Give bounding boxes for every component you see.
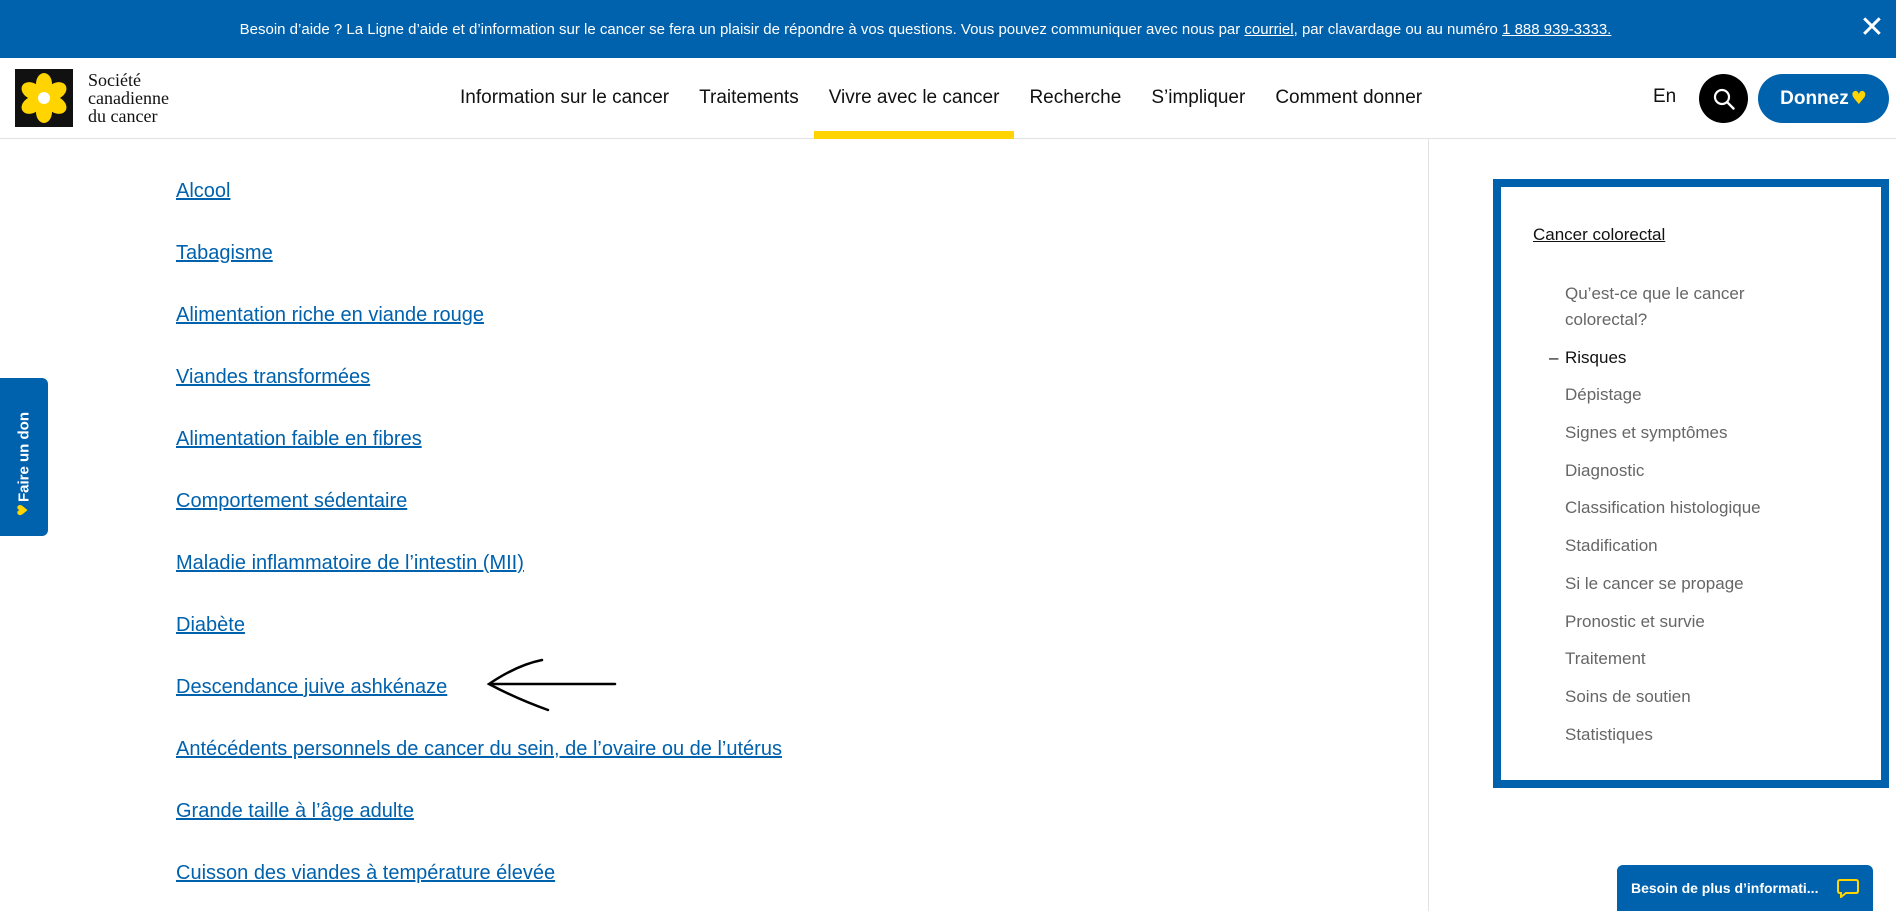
risk-link-high-temp-cooking[interactable]: Cuisson des viandes à température élevée	[176, 860, 782, 922]
risk-link-red-meat[interactable]: Alimentation riche en viande rouge	[176, 302, 782, 364]
section-nav-item[interactable]: Qu’est-ce que le cancer colorectal?	[1565, 281, 1815, 333]
site-header: Société canadienne du cancer Information…	[0, 58, 1896, 139]
risk-link-smoking[interactable]: Tabagisme	[176, 240, 782, 302]
donate-button-label: Donnez	[1780, 87, 1849, 109]
nav-item-research[interactable]: Recherche	[1014, 58, 1136, 138]
heart-icon: ♥	[1850, 88, 1867, 109]
donate-button[interactable]: Donnez ♥	[1758, 74, 1889, 123]
risk-link-processed-meat[interactable]: Viandes transformées	[176, 364, 782, 426]
organization-name-line: du cancer	[88, 106, 158, 126]
heart-icon: ♥	[15, 503, 32, 517]
search-icon	[1713, 88, 1735, 110]
risk-link-ashkenazi[interactable]: Descendance juive ashkénaze	[176, 674, 782, 736]
email-link[interactable]: courriel	[1244, 21, 1293, 38]
chat-widget[interactable]: Besoin de plus d’informati...	[1617, 865, 1873, 911]
nav-item-treatments[interactable]: Traitements	[684, 58, 814, 138]
main-nav: Information sur le cancer Traitements Vi…	[445, 58, 1437, 139]
section-nav-item[interactable]: Soins de soutien	[1565, 684, 1815, 710]
risk-link-personal-history[interactable]: Antécédents personnels de cancer du sein…	[176, 736, 782, 798]
risk-link-diabetes[interactable]: Diabète	[176, 612, 782, 674]
risk-link-low-fibre[interactable]: Alimentation faible en fibres	[176, 426, 782, 488]
risk-link-tall-height[interactable]: Grande taille à l’âge adulte	[176, 798, 782, 860]
section-nav-item[interactable]: Signes et symptômes	[1565, 420, 1815, 446]
nav-item-living-with-cancer[interactable]: Vivre avec le cancer	[813, 58, 1015, 139]
chat-bubble-icon	[1837, 879, 1859, 898]
nav-item-get-involved[interactable]: S’impliquer	[1136, 58, 1260, 138]
nav-item-cancer-information[interactable]: Information sur le cancer	[445, 58, 684, 138]
site-logo[interactable]: Société canadienne du cancer	[15, 69, 169, 127]
help-banner-text-middle: , par clavardage ou au numéro	[1293, 20, 1498, 38]
organization-name-line: Société	[88, 70, 141, 90]
side-donate-tab[interactable]: Faire un don ♥	[0, 378, 48, 536]
section-nav-item[interactable]: Pronostic et survie	[1565, 609, 1815, 635]
section-nav-item-current[interactable]: Risques	[1549, 345, 1815, 371]
section-nav-item[interactable]: Statistiques	[1565, 722, 1815, 748]
help-banner-message: Besoin d’aide ? La Ligne d’aide et d’inf…	[240, 21, 1612, 38]
section-nav: Cancer colorectal Qu’est-ce que le cance…	[1493, 179, 1889, 788]
organization-name: Société canadienne du cancer	[88, 71, 169, 125]
search-button[interactable]	[1699, 74, 1748, 123]
section-nav-item[interactable]: Traitement	[1565, 646, 1815, 672]
phone-link[interactable]: 1 888 939-3333.	[1502, 21, 1611, 38]
help-banner: Besoin d’aide ? La Ligne d’aide et d’inf…	[0, 0, 1896, 58]
risk-link-sedentary[interactable]: Comportement sédentaire	[176, 488, 782, 550]
annotation-arrow-icon	[486, 658, 617, 712]
section-nav-item[interactable]: Si le cancer se propage	[1565, 571, 1815, 597]
risk-factor-list: Alcool Tabagisme Alimentation riche en v…	[176, 178, 782, 922]
section-nav-item[interactable]: Diagnostic	[1565, 458, 1815, 484]
close-banner-icon[interactable]: ✕	[1854, 10, 1890, 46]
nav-item-ways-to-give[interactable]: Comment donner	[1260, 58, 1437, 138]
language-toggle[interactable]: En	[1653, 86, 1676, 108]
section-nav-item[interactable]: Classification histologique	[1565, 495, 1815, 521]
section-nav-item[interactable]: Dépistage	[1565, 382, 1815, 408]
help-banner-text: Besoin d’aide ? La Ligne d’aide et d’inf…	[239, 20, 1241, 38]
section-nav-parent-link[interactable]: Cancer colorectal	[1533, 225, 1665, 245]
section-nav-list: Qu’est-ce que le cancer colorectal? Risq…	[1549, 281, 1815, 759]
organization-name-line: canadienne	[88, 88, 169, 108]
side-donate-tab-label: Faire un don	[15, 412, 33, 502]
risk-link-alcohol[interactable]: Alcool	[176, 178, 782, 240]
content-divider	[1428, 139, 1429, 911]
risk-link-ibd[interactable]: Maladie inflammatoire de l’intestin (MII…	[176, 550, 782, 612]
daffodil-logo-icon	[15, 69, 73, 127]
section-nav-item[interactable]: Stadification	[1565, 533, 1815, 559]
chat-widget-label: Besoin de plus d’informati...	[1631, 880, 1819, 896]
